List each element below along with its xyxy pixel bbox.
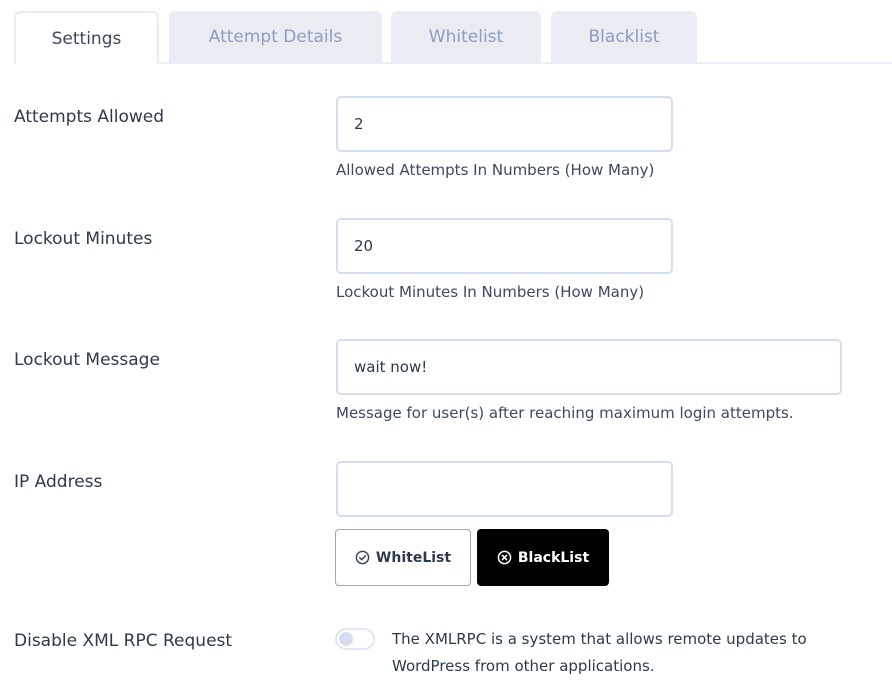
xmlrpc-toggle[interactable]	[335, 628, 375, 650]
tab-label: Whitelist	[428, 26, 504, 47]
lockout-minutes-help: Lockout Minutes In Numbers (How Many)	[336, 283, 645, 301]
tab-whitelist[interactable]: Whitelist	[391, 11, 541, 62]
lockout-message-label: Lockout Message	[14, 350, 160, 370]
tab-label: Blacklist	[588, 26, 660, 47]
tab-attempt-details[interactable]: Attempt Details	[169, 11, 382, 62]
tab-settings[interactable]: Settings	[14, 11, 159, 64]
blacklist-button[interactable]: BlackList	[477, 529, 609, 586]
check-circle-icon	[355, 550, 370, 565]
ip-address-input[interactable]	[336, 461, 673, 517]
lockout-minutes-input[interactable]	[336, 218, 673, 274]
attempts-allowed-input[interactable]	[336, 96, 673, 152]
tab-label: Attempt Details	[208, 26, 343, 47]
ip-address-label: IP Address	[14, 472, 103, 492]
attempts-allowed-label: Attempts Allowed	[14, 107, 165, 127]
tab-blacklist[interactable]: Blacklist	[551, 11, 697, 62]
whitelist-button-label: WhiteList	[375, 549, 452, 566]
x-circle-icon	[497, 550, 512, 565]
xmlrpc-description: The XMLRPC is a system that allows remot…	[392, 630, 807, 675]
tab-bar: Settings Attempt Details Whitelist Black…	[14, 11, 892, 64]
tab-label: Settings	[51, 28, 122, 49]
lockout-message-input[interactable]	[336, 339, 842, 395]
toggle-knob	[339, 632, 353, 646]
attempts-allowed-help: Allowed Attempts In Numbers (How Many)	[336, 161, 655, 179]
lockout-minutes-label: Lockout Minutes	[14, 229, 153, 249]
blacklist-button-label: BlackList	[517, 549, 590, 566]
lockout-message-help: Message for user(s) after reaching maxim…	[336, 404, 794, 422]
xmlrpc-label: Disable XML RPC Request	[14, 631, 233, 651]
whitelist-button[interactable]: WhiteList	[335, 529, 471, 586]
